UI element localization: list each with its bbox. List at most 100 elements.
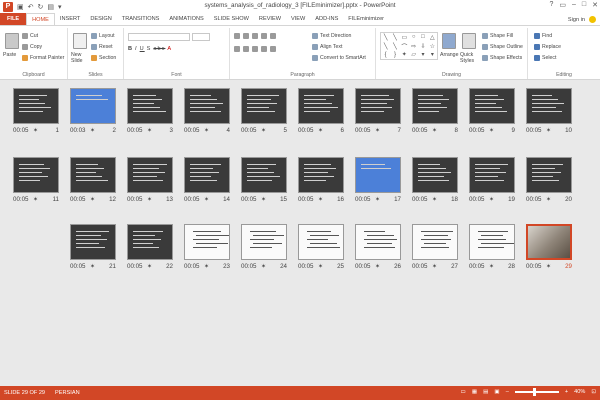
zoom-slider[interactable] xyxy=(514,388,559,396)
layout-button[interactable]: Layout xyxy=(91,33,115,39)
bullets-icon[interactable] xyxy=(234,33,240,39)
animation-star-icon[interactable]: ✶ xyxy=(147,196,152,203)
animation-star-icon[interactable]: ✶ xyxy=(489,263,494,270)
slide-thumbnail[interactable] xyxy=(70,157,116,193)
line-shape-icon[interactable]: ╲ xyxy=(390,33,399,42)
arrow-shape-icon[interactable]: ⇩ xyxy=(418,42,427,51)
slide-thumbnail[interactable] xyxy=(13,88,59,124)
arrow-shape-icon[interactable]: ⇨ xyxy=(409,42,418,51)
slide-thumbnail[interactable] xyxy=(412,88,458,124)
line-spacing-icon[interactable] xyxy=(270,33,276,39)
reading-view-icon[interactable]: ▤ xyxy=(483,389,488,395)
slide-thumbnail[interactable] xyxy=(241,88,287,124)
slideshow-view-icon[interactable]: ▣ xyxy=(494,389,499,395)
animation-star-icon[interactable]: ✶ xyxy=(375,127,380,134)
slide-thumbnail[interactable] xyxy=(355,157,401,193)
align-right-icon[interactable] xyxy=(252,46,258,52)
slide-thumbnail[interactable] xyxy=(526,224,572,260)
star-shape-icon[interactable]: ✦ xyxy=(400,51,409,60)
paste-icon[interactable] xyxy=(5,33,19,49)
quick-styles-icon[interactable] xyxy=(462,33,476,49)
brace-shape-icon[interactable]: } xyxy=(390,51,399,60)
animation-star-icon[interactable]: ✶ xyxy=(147,263,152,270)
animation-star-icon[interactable]: ✶ xyxy=(546,196,551,203)
columns-icon[interactable] xyxy=(270,46,276,52)
quick-styles-button[interactable]: Quick Styles xyxy=(460,52,478,64)
arrange-button[interactable]: Arrange xyxy=(440,52,458,58)
tab-view[interactable]: VIEW xyxy=(286,13,310,25)
triangle-shape-icon[interactable]: △ xyxy=(428,33,437,42)
slide-thumbnail[interactable] xyxy=(241,224,287,260)
slide-thumbnail[interactable] xyxy=(412,224,458,260)
oval-shape-icon[interactable]: ○ xyxy=(409,33,418,42)
slide-thumbnail[interactable] xyxy=(127,88,173,124)
align-left-icon[interactable] xyxy=(234,46,240,52)
animation-star-icon[interactable]: ✶ xyxy=(432,196,437,203)
shadow-icon[interactable]: S xyxy=(147,46,152,52)
italic-icon[interactable]: I xyxy=(135,46,138,52)
font-name-input[interactable] xyxy=(128,33,190,41)
tab-fileminimizer[interactable]: FILEminimizer xyxy=(343,13,389,25)
slide-thumbnail[interactable] xyxy=(469,224,515,260)
font-color-icon[interactable]: A xyxy=(167,46,172,52)
new-slide-icon[interactable] xyxy=(73,33,87,49)
slide-thumbnail[interactable] xyxy=(355,88,401,124)
tab-insert[interactable]: INSERT xyxy=(55,13,85,25)
slide-thumbnail[interactable] xyxy=(469,157,515,193)
rectangle-shape-icon[interactable]: ▭ xyxy=(400,33,409,42)
smartart-button[interactable]: Convert to SmartArt xyxy=(312,55,366,61)
slide-sorter-view-icon[interactable]: ▦ xyxy=(472,389,477,395)
animation-star-icon[interactable]: ✶ xyxy=(375,263,380,270)
zoom-slider-thumb[interactable] xyxy=(532,388,536,396)
brace-shape-icon[interactable]: { xyxy=(381,51,390,60)
slide-thumbnail[interactable] xyxy=(355,224,401,260)
tab-add-ins[interactable]: ADD-INS xyxy=(310,13,343,25)
align-text-button[interactable]: Align Text xyxy=(312,44,342,50)
increase-indent-icon[interactable] xyxy=(261,33,267,39)
curve-shape-icon[interactable]: ⌒ xyxy=(400,42,409,51)
tab-transitions[interactable]: TRANSITIONS xyxy=(117,13,165,25)
animation-star-icon[interactable]: ✶ xyxy=(432,263,437,270)
shape-effects-button[interactable]: Shape Effects xyxy=(482,55,522,61)
format-painter-button[interactable]: Format Painter xyxy=(22,55,64,61)
animation-star-icon[interactable]: ✶ xyxy=(204,127,209,134)
fit-to-window-icon[interactable]: ⊡ xyxy=(591,389,596,395)
select-button[interactable]: Select xyxy=(534,55,556,61)
slide-thumbnail[interactable] xyxy=(298,157,344,193)
zoom-out-icon[interactable]: – xyxy=(506,389,509,395)
animation-star-icon[interactable]: ✶ xyxy=(33,127,38,134)
slide-thumbnail[interactable] xyxy=(469,88,515,124)
slide-thumbnail[interactable] xyxy=(13,157,59,193)
numbering-icon[interactable] xyxy=(243,33,249,39)
shape-more-icon[interactable]: ▾ xyxy=(418,51,427,60)
arrange-icon[interactable] xyxy=(442,33,456,49)
language-indicator[interactable]: PERSIAN xyxy=(55,390,80,396)
underline-icon[interactable]: U xyxy=(140,46,145,52)
replace-button[interactable]: Replace xyxy=(534,44,561,50)
section-button[interactable]: Section xyxy=(91,55,116,61)
text-direction-button[interactable]: Text Direction xyxy=(312,33,351,39)
animation-star-icon[interactable]: ✶ xyxy=(204,196,209,203)
animation-star-icon[interactable]: ✶ xyxy=(261,263,266,270)
strikethrough-icon[interactable]: abc xyxy=(153,46,165,52)
normal-view-icon[interactable]: ▭ xyxy=(461,389,466,395)
decrease-indent-icon[interactable] xyxy=(252,33,258,39)
line-shape-icon[interactable]: ╲ xyxy=(390,42,399,51)
rectangle-shape-icon[interactable]: □ xyxy=(418,33,427,42)
animation-star-icon[interactable]: ✶ xyxy=(546,263,551,270)
tab-slide-show[interactable]: SLIDE SHOW xyxy=(209,13,254,25)
new-slide-button[interactable]: New Slide xyxy=(71,52,91,64)
slide-thumbnail[interactable] xyxy=(526,88,572,124)
tab-home[interactable]: HOME xyxy=(26,13,55,25)
tab-animations[interactable]: ANIMATIONS xyxy=(164,13,208,25)
slide-thumbnail[interactable] xyxy=(184,88,230,124)
animation-star-icon[interactable]: ✶ xyxy=(489,196,494,203)
tab-review[interactable]: REVIEW xyxy=(254,13,286,25)
shape-more-icon[interactable]: ▾ xyxy=(428,51,437,60)
shape-fill-button[interactable]: Shape Fill xyxy=(482,33,513,39)
animation-star-icon[interactable]: ✶ xyxy=(318,127,323,134)
align-center-icon[interactable] xyxy=(243,46,249,52)
animation-star-icon[interactable]: ✶ xyxy=(375,196,380,203)
line-shape-icon[interactable]: ╲ xyxy=(381,42,390,51)
zoom-in-icon[interactable]: + xyxy=(565,389,568,395)
